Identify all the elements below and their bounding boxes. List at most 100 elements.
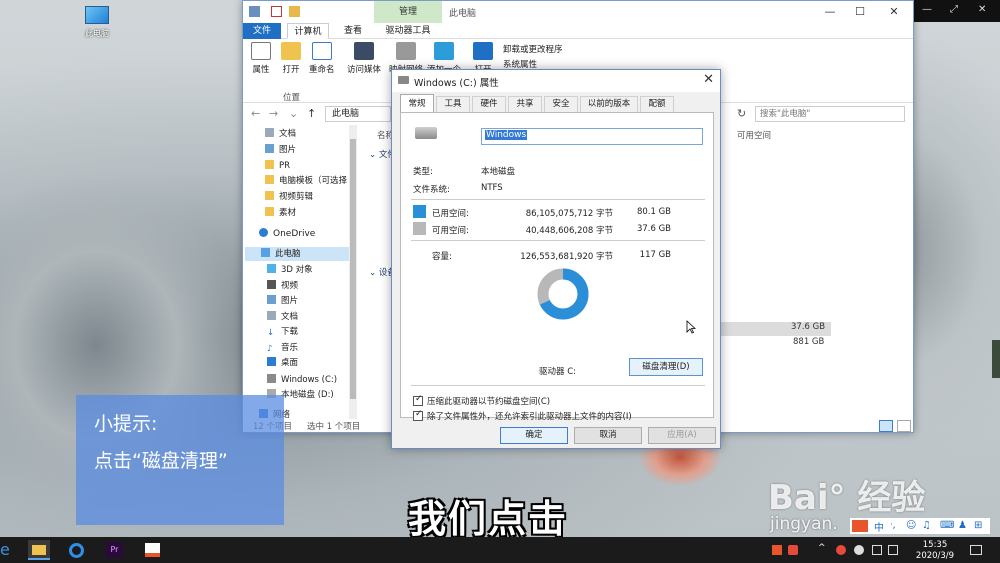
minimize-icon[interactable]: — [922,4,932,15]
chart-app-taskbar-icon[interactable] [142,540,164,560]
back-arrow-icon[interactable]: ← [251,107,260,120]
uninstall-program-button[interactable]: 卸载或更改程序 [503,43,563,55]
edge-icon[interactable]: e [0,540,14,560]
sogou-icon[interactable] [852,520,868,532]
nav-item-desktop[interactable]: 桌面 [267,356,298,370]
nav-item-videos[interactable]: 视频 [267,279,298,293]
display-icon[interactable] [888,545,898,555]
details-view-icon[interactable] [879,420,893,432]
nav-item-3d-objects[interactable]: 3D 对象 [267,263,313,277]
chinese-mode-icon[interactable]: 中 [874,519,884,534]
notification-icon[interactable] [970,545,982,555]
context-tab-manage[interactable]: 管理 [374,1,442,23]
nav-item-documents[interactable]: 文档 [265,127,296,141]
nav-item-pr[interactable]: PR [265,159,290,173]
index-drive-checkbox[interactable]: 除了文件属性外，还允许索引此驱动器上文件的内容(I) [413,409,693,422]
pictures-icon [267,295,276,304]
tab-hardware[interactable]: 硬件 [472,96,506,112]
compress-drive-checkbox[interactable]: 压缩此驱动器以节约磁盘空间(C) [413,394,693,407]
nav-item-templates[interactable]: 电脑模板（可选择 [265,174,351,188]
nav-item-pictures-2[interactable]: 图片 [267,294,298,308]
tab-computer[interactable]: 计算机 [287,23,329,39]
browser-taskbar-icon[interactable] [66,540,88,560]
tab-file[interactable]: 文件 [243,23,281,39]
qq-tray-icon[interactable] [854,545,864,555]
tab-general[interactable]: 常规 [400,94,434,112]
maximize-button[interactable]: ☐ [845,3,875,21]
access-media-button[interactable]: 访问媒体 [347,42,381,75]
recent-chevron-icon[interactable]: ⌄ [289,107,298,120]
ribbon-tabs: 文件 计算机 查看 驱动器工具 [243,23,913,39]
cancel-button[interactable]: 取消 [574,427,642,444]
capacity-label: 容量: [432,252,452,262]
nav-scrollbar[interactable] [349,125,357,419]
nav-item-drive-c[interactable]: Windows (C:) [267,373,337,387]
forward-arrow-icon[interactable]: → [269,107,278,120]
drive-d-row[interactable]: 881 GB [719,337,831,351]
nav-item-downloads[interactable]: ↓ 下载 [267,325,298,339]
system-clock[interactable]: 15:35 2020/3/9 [910,540,960,562]
nav-item-onedrive[interactable]: OneDrive [259,227,315,241]
sogou-tray-icon[interactable] [772,545,782,555]
apply-button[interactable]: 应用(A) [648,427,716,444]
show-hidden-icons-chevron[interactable]: ^ [818,543,828,553]
nav-item-pictures[interactable]: 图片 [265,143,296,157]
scrollbar-thumb[interactable] [350,139,356,399]
column-header-available[interactable]: 可用空间 [737,129,771,141]
side-panel-tab[interactable] [992,340,1000,378]
battery-icon[interactable] [872,545,882,555]
navigation-pane: 文档 图片 PR 电脑模板（可选择 视频剪辑 素材 OneDrive 此电脑 3… [243,125,355,420]
tab-security[interactable]: 安全 [544,96,578,112]
ok-button[interactable]: 确定 [500,427,568,444]
properties-button[interactable]: 属性 [251,42,271,75]
browser-icon [69,543,84,558]
used-space-label: 已用空间: [432,209,469,219]
security-tray-icon[interactable] [788,545,798,555]
nav-item-materials[interactable]: 素材 [265,206,296,220]
open-button[interactable]: 打开 [281,42,301,75]
general-panel: Windows 类型: 本地磁盘 文件系统: NTFS 已用空间: 86,105… [400,112,714,422]
checkbox-icon[interactable] [413,409,423,421]
restore-icon[interactable]: ⤢ [950,4,958,15]
close-icon[interactable]: ✕ [978,4,986,15]
keyboard-icon[interactable]: ⌨ [940,520,954,531]
emoji-icon[interactable]: ☺ [906,520,916,531]
drive-c-row[interactable]: 37.6 GB [719,322,831,336]
address-bar[interactable]: 此电脑 [325,106,391,122]
computer-icon [85,6,109,24]
record-tray-icon[interactable] [836,545,846,555]
checkbox-icon[interactable] [271,6,282,17]
search-input[interactable]: 搜索"此电脑" [755,106,905,122]
tab-sharing[interactable]: 共享 [508,96,542,112]
microphone-icon[interactable]: ♫ [922,520,931,531]
tab-previous-versions[interactable]: 以前的版本 [580,96,638,112]
minimize-button[interactable]: — [815,3,845,21]
nav-item-video-edit[interactable]: 视频剪辑 [265,190,313,204]
tab-drive-tools[interactable]: 驱动器工具 [379,23,437,39]
disk-cleanup-button[interactable]: 磁盘清理(D) [629,358,703,376]
rename-button[interactable]: 重命名 [309,42,335,75]
desktop-icon-this-pc[interactable]: 此电脑 [74,6,120,39]
explorer-titlebar: 管理 此电脑 — ☐ ✕ [243,1,913,23]
tip-body: 点击“磁盘清理” [94,450,228,472]
checkbox-icon[interactable] [413,394,423,406]
nav-item-music[interactable]: ♪ 音乐 [267,341,298,355]
nav-item-documents-2[interactable]: 文档 [267,310,298,324]
tab-tools[interactable]: 工具 [436,96,470,112]
user-icon[interactable]: ♟ [958,520,967,531]
premiere-taskbar-icon[interactable]: Pr [104,540,126,560]
nav-item-this-pc[interactable]: 此电脑 [245,247,349,261]
file-explorer-taskbar-icon[interactable] [28,540,50,560]
punctuation-icon[interactable]: ᐧ, [890,520,896,531]
up-arrow-icon[interactable]: ↑ [307,107,316,120]
tip-box: 小提示: 点击“磁盘清理” [76,395,284,525]
tab-quota[interactable]: 配额 [640,96,674,112]
volume-name-input[interactable]: Windows [481,128,703,145]
tiles-view-icon[interactable] [897,420,911,432]
close-button[interactable]: ✕ [879,3,909,21]
grid-icon[interactable]: ⊞ [974,520,982,531]
folder-icon[interactable] [289,6,300,17]
refresh-icon[interactable]: ↻ [737,107,746,120]
close-icon[interactable]: ✕ [703,72,714,87]
tab-view[interactable]: 查看 [335,23,371,39]
